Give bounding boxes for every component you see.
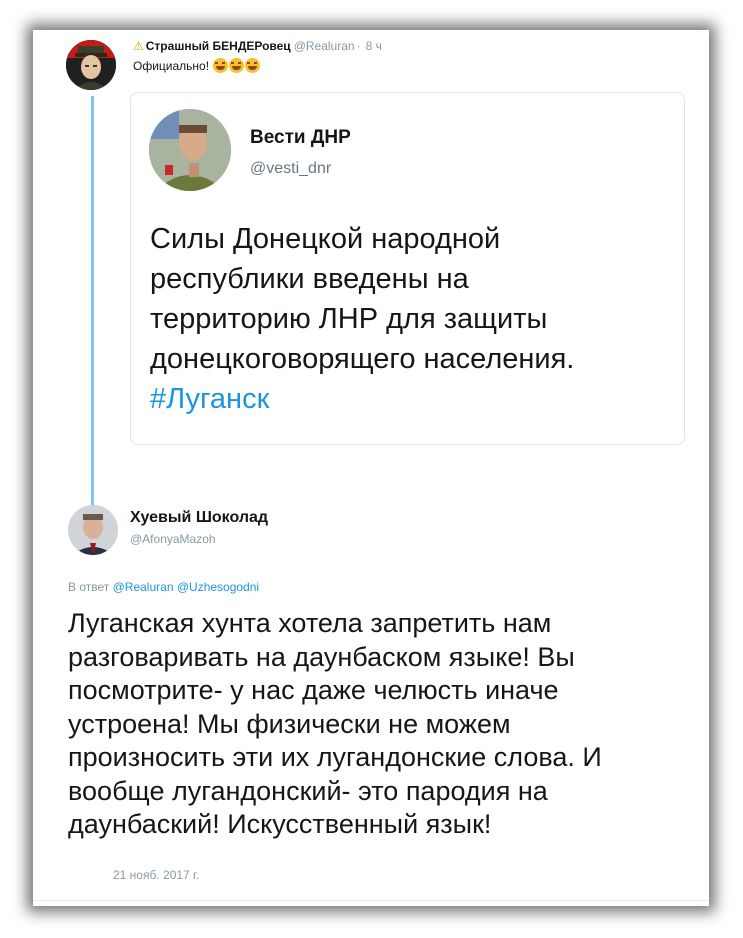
tweet-text: Луганская хунта хотела запретить нам раз…	[68, 608, 602, 839]
laughing-crying-emoji-icon	[245, 58, 261, 73]
author-handle[interactable]: @AfonyaMazoh	[130, 532, 216, 546]
mention-link[interactable]: @Realuran	[113, 580, 174, 594]
thread-line	[91, 96, 94, 511]
quoted-text: Силы Донецкой народной республики введен…	[150, 219, 680, 419]
tweet-date[interactable]: 21 нояб. 2017 г.	[113, 868, 199, 882]
tweet-header: ⚠ Страшный БЕНДЕРовец @Realuran · 8 ч	[133, 39, 382, 53]
hashtag-link[interactable]: #Луганск	[150, 379, 680, 419]
author-name[interactable]: Хуевый Шоколад	[130, 509, 268, 527]
mention-link[interactable]: @Uzhesogodni	[177, 580, 259, 594]
tweet-text: Официально!	[133, 58, 261, 74]
quoted-tweet[interactable]: Вести ДНР @vesti_dnr Силы Донецкой народ…	[130, 92, 685, 445]
author-handle[interactable]: @Realuran	[294, 39, 355, 53]
avatar[interactable]	[68, 505, 118, 555]
tweet-time[interactable]: 8 ч	[366, 39, 382, 53]
quoted-avatar[interactable]	[149, 109, 231, 191]
laughing-crying-emoji-icon	[229, 58, 245, 73]
laughing-crying-emoji-icon	[213, 58, 229, 73]
tweet-card: ⚠ Страшный БЕНДЕРовец @Realuran · 8 ч Официа…	[33, 30, 709, 906]
quoted-author-handle[interactable]: @vesti_dnr	[250, 160, 331, 178]
divider	[33, 900, 709, 901]
reply-context: В ответ @Realuran @Uzhesogodni	[68, 580, 260, 594]
avatar[interactable]	[66, 40, 116, 90]
warning-icon: ⚠	[133, 39, 144, 53]
author-name[interactable]: Страшный БЕНДЕРовец	[146, 39, 291, 53]
quoted-author-name[interactable]: Вести ДНР	[250, 127, 351, 149]
